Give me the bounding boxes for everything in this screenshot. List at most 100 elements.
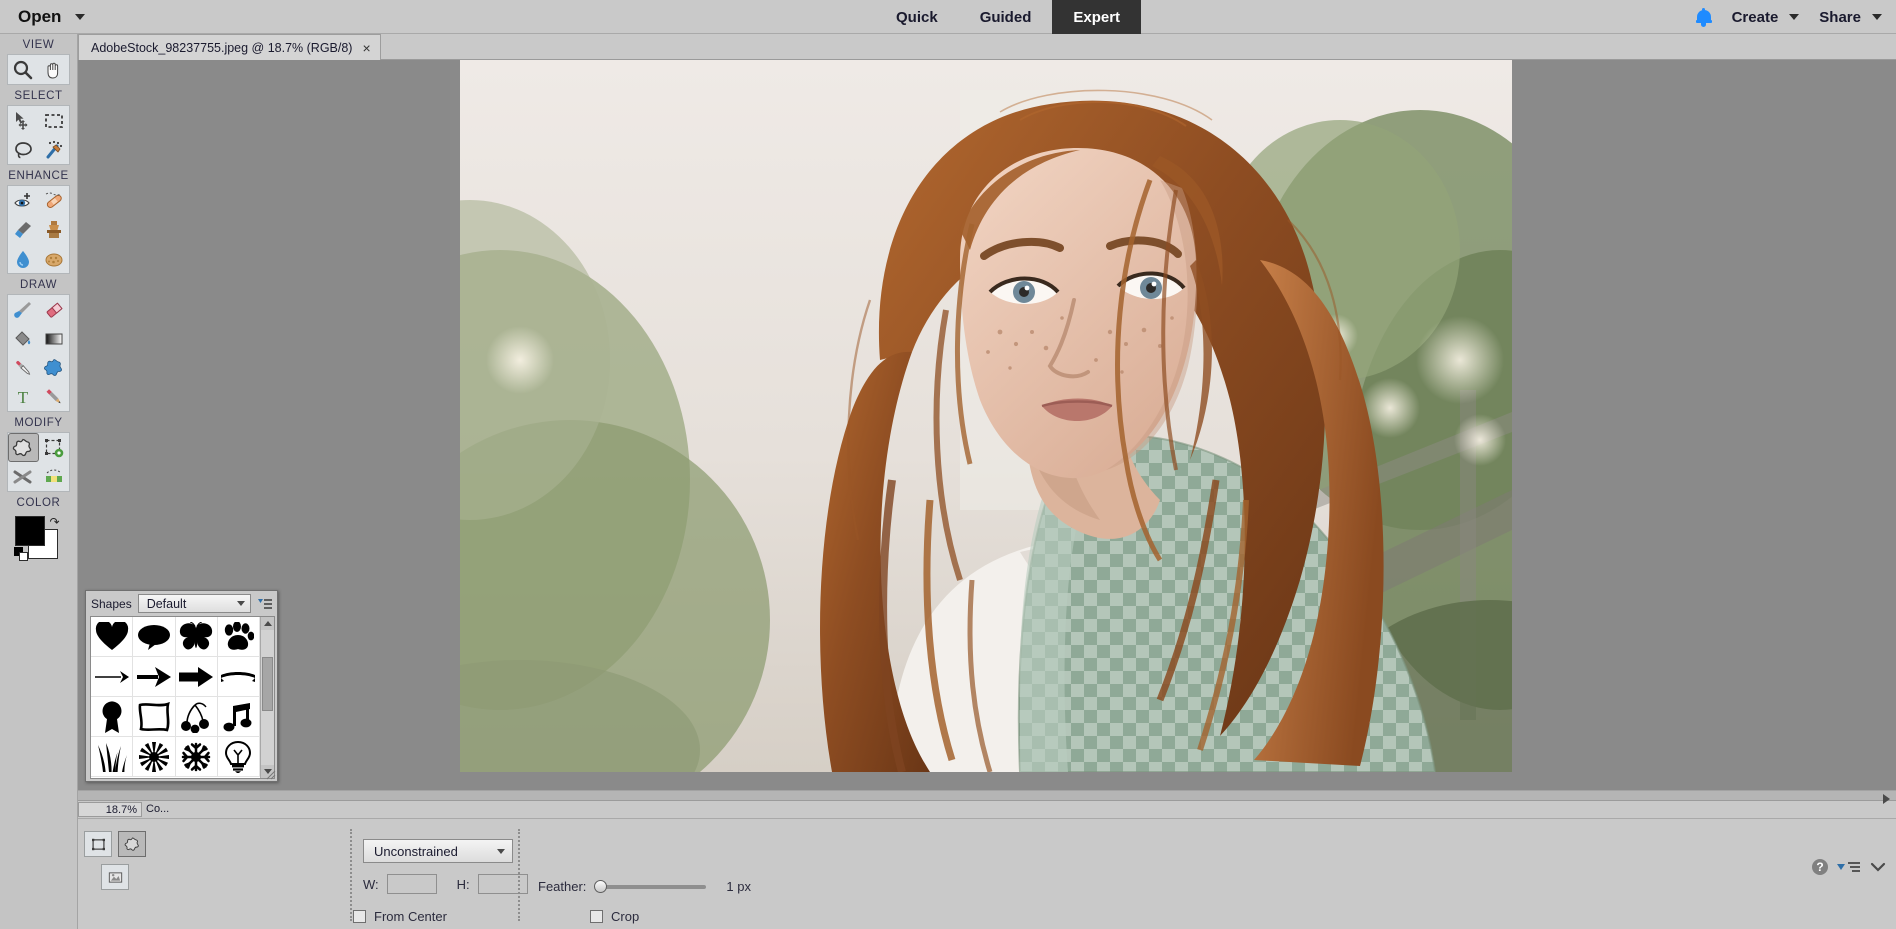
canvas-area[interactable] (78, 60, 1896, 790)
paw-print-shape[interactable] (218, 617, 260, 657)
chevron-down-icon (237, 601, 245, 606)
music-note-shape[interactable] (218, 697, 260, 737)
swap-colors-icon[interactable]: ↷ (50, 516, 63, 528)
blur-tool[interactable] (8, 244, 39, 273)
help-icon[interactable]: ? (1812, 859, 1828, 875)
clone-stamp-tool[interactable] (39, 215, 70, 244)
feather-slider[interactable] (600, 885, 706, 889)
share-menu-button[interactable]: Share (1819, 9, 1882, 26)
award-ribbon-shape[interactable] (91, 697, 133, 737)
gradient-tool[interactable] (39, 324, 70, 353)
cookie-cutter-option-button[interactable] (84, 831, 112, 857)
from-center-checkbox-row[interactable]: From Center (353, 909, 447, 924)
banner-shape[interactable] (218, 657, 260, 697)
rectangular-marquee-tool[interactable] (39, 106, 70, 135)
brush-tool[interactable] (8, 295, 39, 324)
foreground-color-swatch[interactable] (15, 516, 45, 546)
crop-checkbox[interactable] (590, 910, 603, 923)
quick-selection-tool[interactable] (39, 135, 70, 164)
recompose-tool[interactable] (39, 433, 70, 462)
height-label: H: (457, 877, 470, 892)
paint-bucket-tool[interactable] (8, 324, 39, 353)
hand-tool[interactable] (39, 55, 70, 84)
heart-shape[interactable] (91, 617, 133, 657)
shape-constraint-value: Unconstrained (374, 844, 458, 859)
content-aware-move-tool[interactable] (39, 462, 70, 491)
move-tool[interactable] (8, 106, 39, 135)
collapse-panel-icon[interactable] (1870, 861, 1886, 873)
open-button[interactable]: Open (18, 7, 85, 27)
shapes-grid (91, 617, 260, 778)
notification-bell-icon[interactable] (1696, 8, 1712, 26)
zoom-tool[interactable] (8, 55, 39, 84)
status-bar: 18.7% Co... (78, 790, 1896, 818)
thin-arrow-shape[interactable] (91, 657, 133, 697)
shape-image-option-button[interactable] (101, 864, 129, 890)
default-colors-icon[interactable] (14, 547, 29, 562)
smart-brush-tool[interactable] (8, 215, 39, 244)
type-tool[interactable]: T (8, 382, 39, 411)
straighten-tool[interactable] (8, 462, 39, 491)
create-menu-label: Create (1732, 9, 1779, 26)
square-frame-shape[interactable] (133, 697, 175, 737)
document-tab-title: AdobeStock_98237755.jpeg @ 18.7% (RGB/8) (91, 41, 352, 55)
grass-shape[interactable] (91, 737, 133, 777)
horizontal-scrollbar[interactable] (78, 791, 1896, 801)
options-divider (350, 829, 352, 921)
document-image[interactable] (460, 60, 1512, 772)
starburst-shape[interactable] (133, 737, 175, 777)
zoom-level-input[interactable]: 18.7% (78, 802, 142, 817)
scroll-right-icon[interactable] (1883, 794, 1890, 804)
tool-group-select (7, 105, 70, 165)
height-input[interactable] (478, 874, 528, 894)
cherries-shape[interactable] (176, 697, 218, 737)
tool-section-enhance-title: ENHANCE (0, 165, 77, 185)
from-center-checkbox[interactable] (353, 910, 366, 923)
feather-label: Feather: (538, 879, 586, 894)
custom-shape-tool[interactable] (39, 353, 70, 382)
close-icon[interactable]: × (362, 41, 370, 55)
top-right-actions: Create Share (1696, 0, 1882, 34)
tool-options-menu-icon[interactable] (1837, 860, 1861, 874)
tab-expert[interactable]: Expert (1052, 0, 1141, 34)
shapes-grid-container (90, 616, 275, 779)
shapes-picker-popup[interactable]: Shapes Default (85, 590, 278, 782)
shapes-set-select[interactable]: Default (138, 594, 251, 613)
light-bulb-shape[interactable] (218, 737, 260, 777)
sponge-tool[interactable] (39, 244, 70, 273)
shape-constraint-select[interactable]: Unconstrained (363, 839, 513, 863)
pencil-tool[interactable] (39, 382, 70, 411)
width-input[interactable] (387, 874, 437, 894)
block-arrow-shape[interactable] (176, 657, 218, 697)
tab-guided[interactable]: Guided (959, 0, 1053, 34)
arrow-shape[interactable] (133, 657, 175, 697)
snowflake-shape[interactable] (176, 737, 218, 777)
cookie-cutter-tool[interactable] (8, 433, 39, 462)
feather-value: 1 px (726, 879, 751, 894)
butterfly-shape[interactable] (176, 617, 218, 657)
share-menu-label: Share (1819, 9, 1861, 26)
resize-grip-icon[interactable] (266, 770, 276, 780)
custom-shape-option-button[interactable] (118, 831, 146, 857)
tab-guided-label: Guided (980, 9, 1032, 26)
shapes-scrollbar-thumb[interactable] (262, 657, 273, 711)
color-picker-tool[interactable] (8, 353, 39, 382)
tool-section-select-title: SELECT (0, 85, 77, 105)
speech-bubble-shape[interactable] (133, 617, 175, 657)
panel-menu-icon[interactable] (257, 598, 273, 610)
spot-healing-brush-tool[interactable] (39, 186, 70, 215)
shape-size-fields: W: H: (363, 874, 528, 894)
width-label: W: (363, 877, 379, 892)
eraser-tool[interactable] (39, 295, 70, 324)
tool-mode-buttons (84, 831, 146, 890)
crop-checkbox-row[interactable]: Crop (590, 909, 639, 924)
tab-quick[interactable]: Quick (875, 0, 959, 34)
shapes-set-value: Default (147, 597, 187, 611)
red-eye-removal-tool[interactable] (8, 186, 39, 215)
lasso-tool[interactable] (8, 135, 39, 164)
tool-group-enhance (7, 185, 70, 274)
create-menu-button[interactable]: Create (1732, 9, 1800, 26)
document-tab[interactable]: AdobeStock_98237755.jpeg @ 18.7% (RGB/8)… (78, 34, 381, 60)
scroll-up-icon[interactable] (261, 617, 274, 630)
feather-slider-handle[interactable] (594, 880, 607, 893)
